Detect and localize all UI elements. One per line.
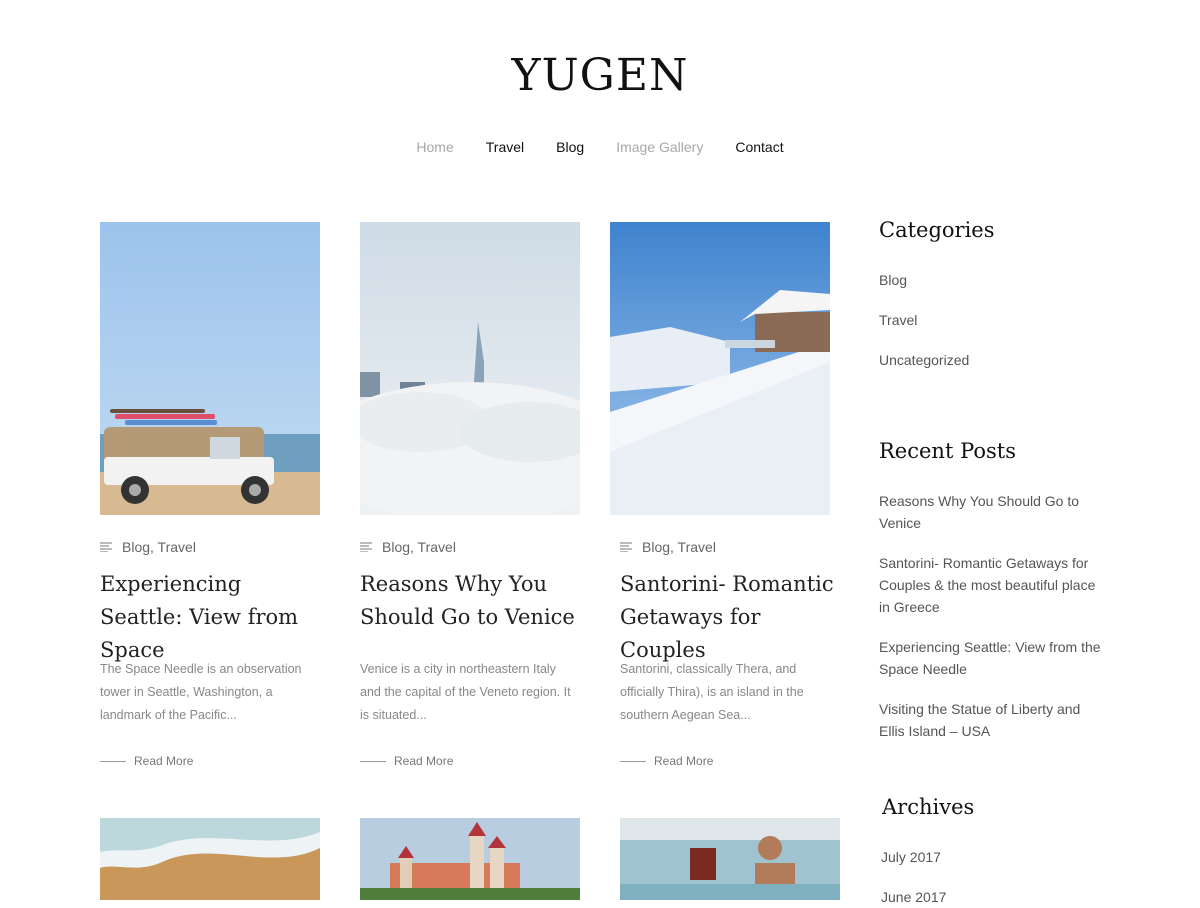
post-excerpt: Venice is a city in northeastern Italy a… <box>360 662 571 722</box>
read-more-line <box>360 760 386 762</box>
recent-posts-title: Recent Posts <box>879 439 1016 463</box>
list-icon <box>100 542 112 552</box>
post-categories-label[interactable]: Blog, Travel <box>382 539 456 555</box>
nav-image-gallery[interactable]: Image Gallery <box>616 139 703 155</box>
main-nav: Home Travel Blog Image Gallery Contact <box>0 139 1200 155</box>
category-blog[interactable]: Blog <box>879 269 1104 291</box>
post-thumbnail-reading-in-sea[interactable] <box>620 818 840 900</box>
post-thumbnail-jeep[interactable] <box>100 222 320 515</box>
post-excerpt: The Space Needle is an observation tower… <box>100 662 302 722</box>
read-more-label: Read More <box>654 754 714 768</box>
category-travel[interactable]: Travel <box>879 309 1104 331</box>
nav-travel[interactable]: Travel <box>486 139 524 155</box>
post-thumbnail-clouds-city[interactable] <box>360 222 580 515</box>
nav-contact[interactable]: Contact <box>735 139 783 155</box>
categories-title: Categories <box>879 218 995 242</box>
read-more-link[interactable]: Read More <box>100 754 193 768</box>
post-thumbnail-castle[interactable] <box>360 818 580 900</box>
post-thumbnail-beach[interactable] <box>100 818 320 900</box>
read-more-link[interactable]: Read More <box>620 754 713 768</box>
read-more-line <box>620 760 646 762</box>
list-icon <box>620 542 632 552</box>
read-more-label: Read More <box>394 754 454 768</box>
post-excerpt: Santorini, classically Thera, and offici… <box>620 662 804 722</box>
archive-july-2017[interactable]: July 2017 <box>881 846 1106 868</box>
post-title[interactable]: Experiencing Seattle: View from Space <box>100 568 320 667</box>
post-categories: Blog, Travel <box>360 539 456 555</box>
post-title[interactable]: Reasons Why You Should Go to Venice <box>360 568 580 634</box>
site-title[interactable]: YUGEN <box>0 50 1200 101</box>
recent-post-item[interactable]: Experiencing Seattle: View from the Spac… <box>879 636 1104 680</box>
post-categories: Blog, Travel <box>620 539 716 555</box>
post-thumbnail-snow-cabin[interactable] <box>610 222 830 515</box>
post-title[interactable]: Santorini- Romantic Getaways for Couples <box>620 568 840 667</box>
list-icon <box>360 542 372 552</box>
nav-home[interactable]: Home <box>416 139 453 155</box>
recent-post-item[interactable]: Santorini- Romantic Getaways for Couples… <box>879 552 1104 618</box>
read-more-line <box>100 760 126 762</box>
recent-post-item[interactable]: Visiting the Statue of Liberty and Ellis… <box>879 698 1104 742</box>
recent-post-item[interactable]: Reasons Why You Should Go to Venice <box>879 490 1104 534</box>
post-categories-label[interactable]: Blog, Travel <box>642 539 716 555</box>
archive-june-2017[interactable]: June 2017 <box>881 886 1106 908</box>
archives-title: Archives <box>882 795 975 819</box>
post-categories-label[interactable]: Blog, Travel <box>122 539 196 555</box>
category-uncategorized[interactable]: Uncategorized <box>879 349 1104 371</box>
nav-blog[interactable]: Blog <box>556 139 584 155</box>
post-categories: Blog, Travel <box>100 539 196 555</box>
read-more-link[interactable]: Read More <box>360 754 453 768</box>
read-more-label: Read More <box>134 754 194 768</box>
